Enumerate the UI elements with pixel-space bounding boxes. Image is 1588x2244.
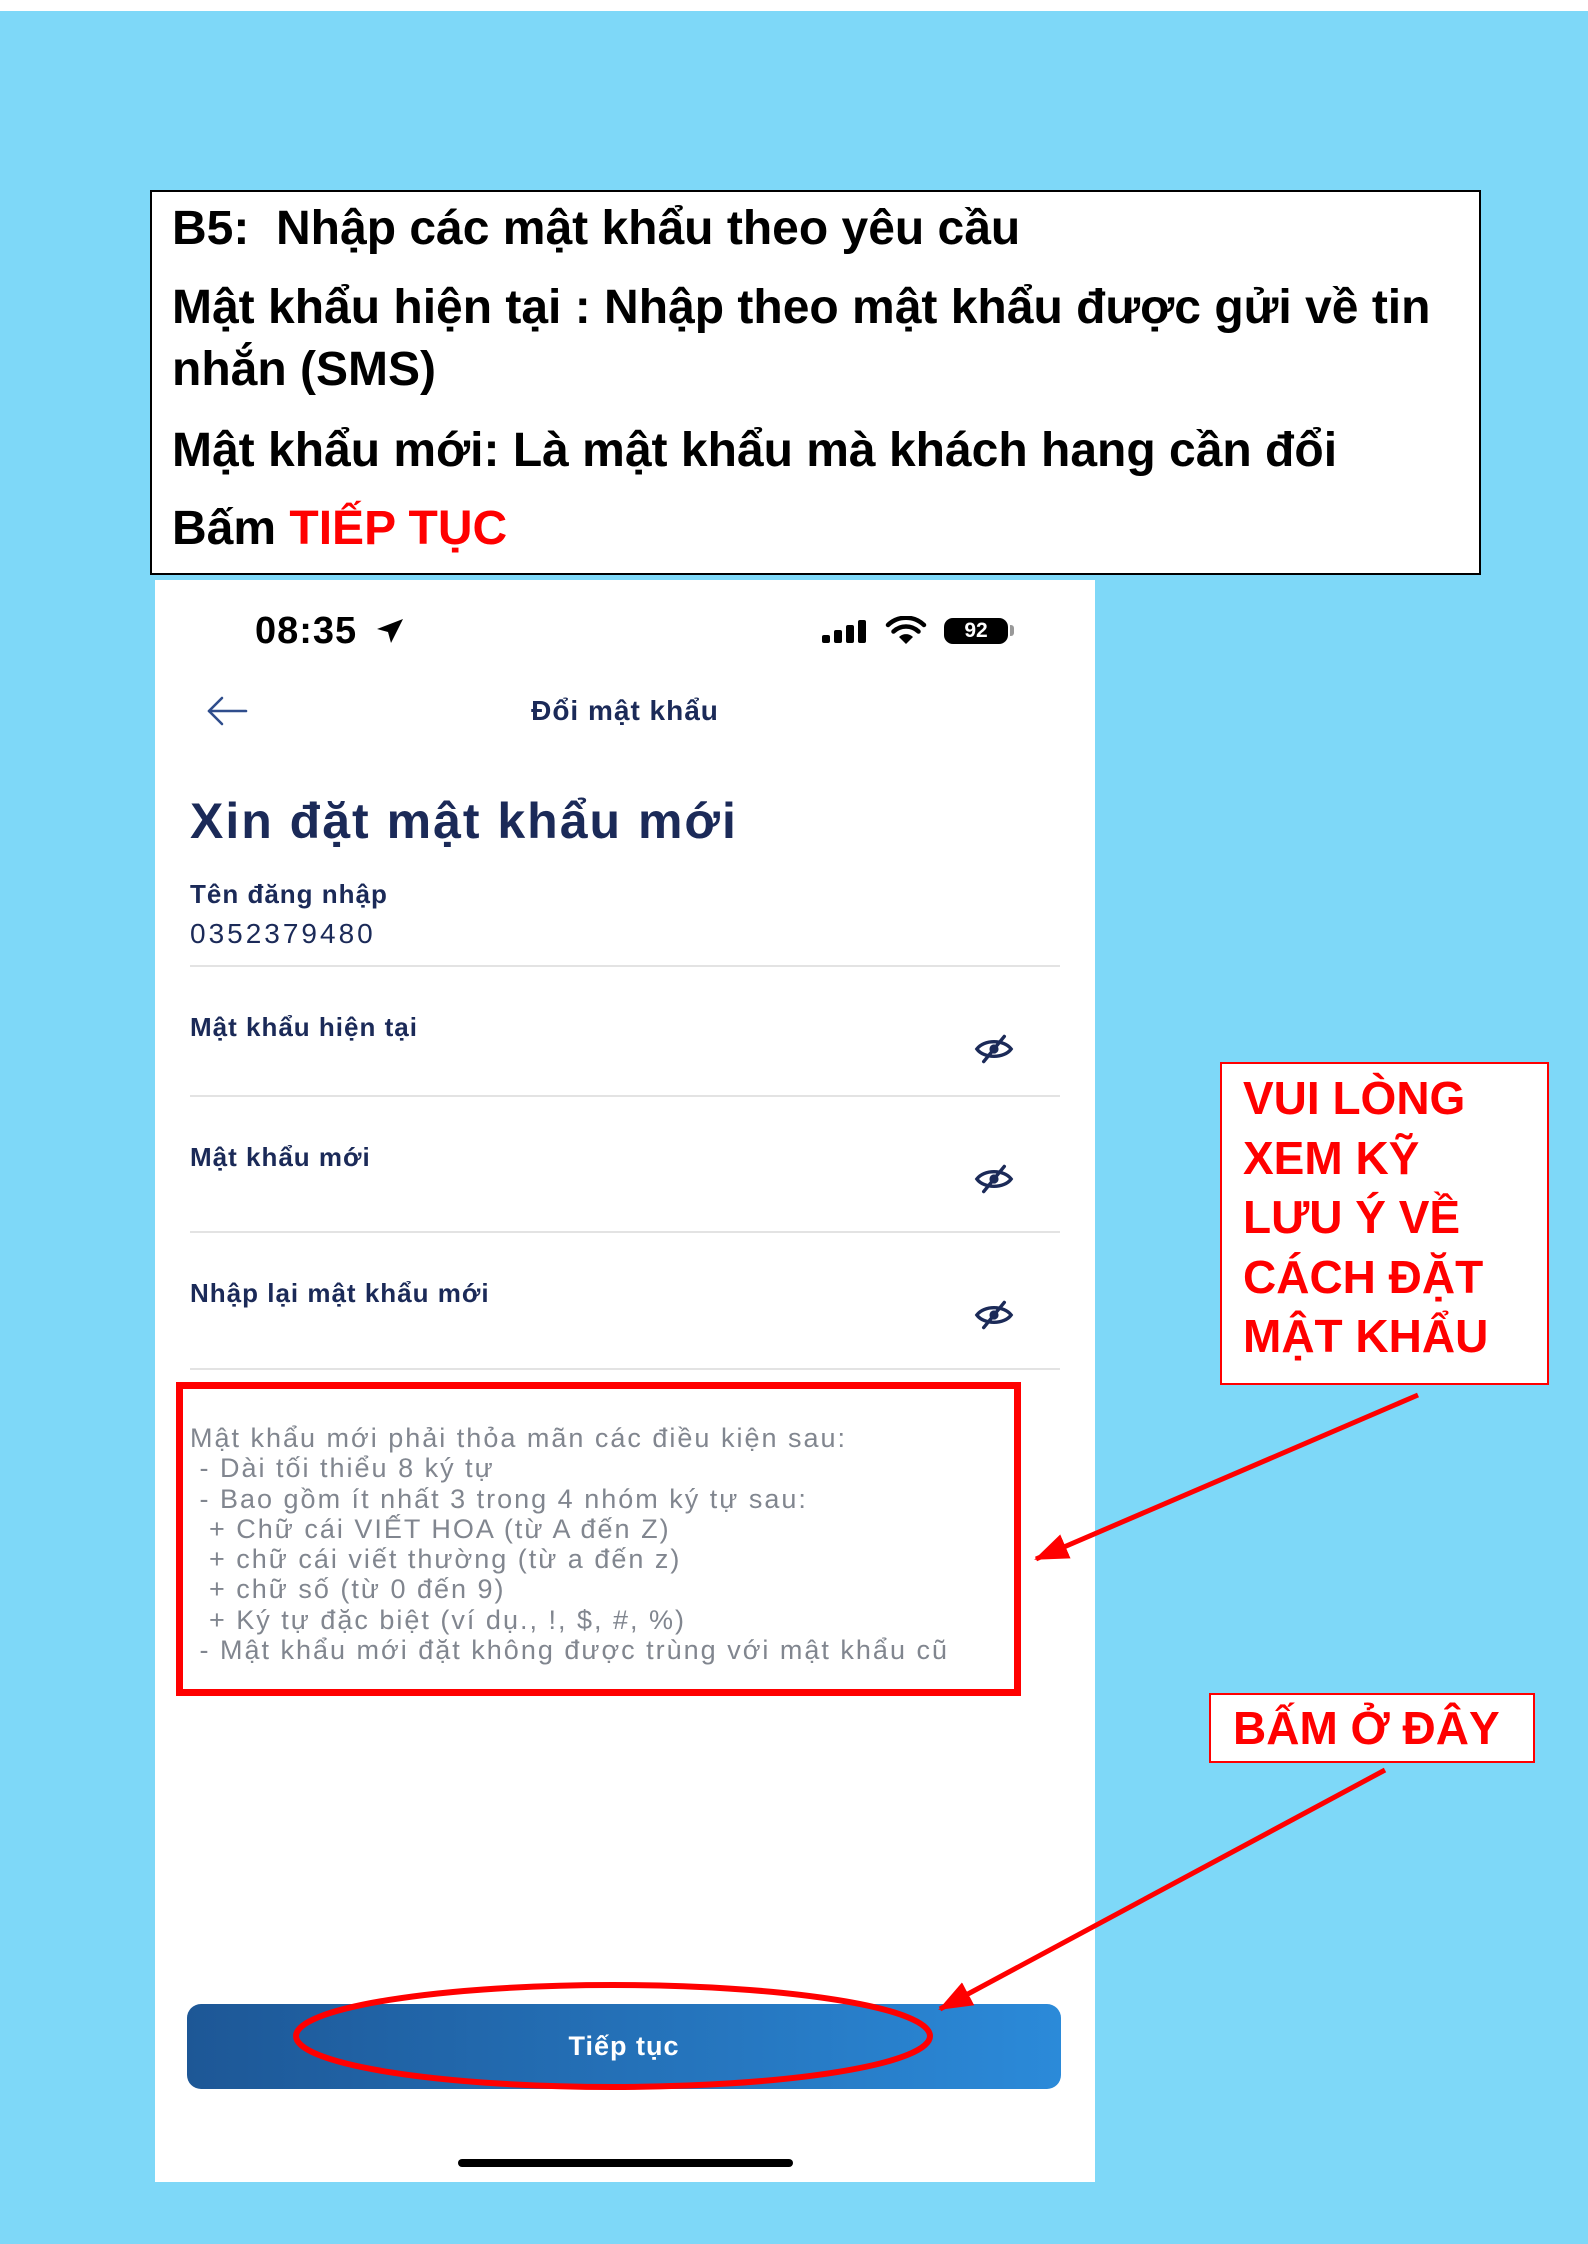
- requirement-line: - Mật khẩu mới đặt không được trùng với …: [190, 1635, 949, 1666]
- eye-slash-icon: [974, 1164, 1014, 1194]
- new-password-note: Mật khẩu mới: Là mật khẩu mà khách hang …: [172, 424, 1338, 477]
- status-time: 08:35: [255, 610, 358, 652]
- location-arrow-icon: [377, 619, 403, 643]
- top-border-strip: [0, 0, 1588, 11]
- confirm-password-visibility-toggle[interactable]: [972, 1299, 1016, 1331]
- confirm-password-label: Nhập lại mật khẩu mới: [190, 1278, 490, 1308]
- requirement-line: - Bao gồm ít nhất 3 trong 4 nhóm ký tự s…: [190, 1483, 808, 1514]
- page-title: Đổi mật khẩu: [531, 695, 719, 726]
- confirm-password-input[interactable]: [190, 1313, 954, 1355]
- home-indicator: [458, 2159, 793, 2167]
- phone-screenshot: 08:35 92 Đổi mật khẩu Xin đặt mật khẩu m…: [155, 580, 1095, 2182]
- callout-line: XEM KỸ: [1243, 1131, 1420, 1184]
- click-here-callout: BẤM Ở ĐÂY: [1209, 1693, 1535, 1763]
- eye-slash-icon: [974, 1034, 1014, 1064]
- current-password-label: Mật khẩu hiện tại: [190, 1012, 418, 1042]
- requirement-line: + chữ cái viết thường (từ a đến z): [190, 1544, 682, 1575]
- password-requirements: Mật khẩu mới phải thỏa mãn các điều kiện…: [190, 1423, 949, 1665]
- battery-icon: 92: [944, 618, 1008, 644]
- press-action-highlight: TIẾP TỤC: [289, 502, 508, 555]
- requirement-line: - Dài tối thiểu 8 ký tự: [190, 1453, 495, 1484]
- username-value: 0352379480: [190, 918, 376, 949]
- requirement-line: + Chữ cái VIẾT HOA (từ A đến Z): [190, 1513, 671, 1544]
- wifi-icon: [885, 616, 927, 644]
- cellular-signal-icon: [822, 620, 866, 643]
- instruction-panel: B5: Nhập các mật khẩu theo yêu cầu Mật k…: [150, 190, 1481, 575]
- new-password-input[interactable]: [190, 1177, 954, 1219]
- current-password-note: Mật khẩu hiện tại : Nhập theo mật khẩu đ…: [172, 281, 1431, 396]
- new-password-visibility-toggle[interactable]: [972, 1163, 1016, 1195]
- step-title: B5: Nhập các mật khẩu theo yêu cầu: [172, 202, 1021, 255]
- press-prefix: Bấm: [172, 502, 277, 555]
- new-password-label: Mật khẩu mới: [190, 1142, 371, 1172]
- status-bar: 08:35 92: [155, 580, 1095, 670]
- requirement-line: + chữ số (từ 0 đến 9): [190, 1574, 506, 1605]
- form-heading: Xin đặt mật khẩu mới: [190, 793, 738, 849]
- press-instruction: Bấm TIẾP TỤC: [172, 499, 1462, 559]
- continue-button[interactable]: Tiếp tục: [187, 2004, 1061, 2089]
- requirement-line: Mật khẩu mới phải thỏa mãn các điều kiện…: [190, 1423, 848, 1453]
- battery-nub: [1010, 625, 1014, 636]
- eye-slash-icon: [974, 1300, 1014, 1330]
- callout-line: LƯU Ý VỀ: [1243, 1191, 1461, 1243]
- review-requirements-callout: VUI LÒNG XEM KỸ LƯU Ý VỀ CÁCH ĐẶT MẬT KH…: [1220, 1062, 1549, 1385]
- battery-level: 92: [964, 619, 988, 642]
- current-password-visibility-toggle[interactable]: [972, 1033, 1016, 1065]
- callout-line: CÁCH ĐẶT: [1243, 1250, 1484, 1303]
- requirement-line: + Ký tự đặc biệt (ví dụ., !, $, #, %): [190, 1604, 686, 1635]
- username-field: Tên đăng nhập 0352379480: [190, 870, 1060, 967]
- callout-line: MẬT KHẨU: [1243, 1310, 1489, 1362]
- confirm-password-field[interactable]: Nhập lại mật khẩu mới: [190, 1233, 1060, 1370]
- callout-line: VUI LÒNG: [1243, 1072, 1466, 1124]
- current-password-input[interactable]: [190, 1047, 954, 1089]
- current-password-field[interactable]: Mật khẩu hiện tại: [190, 967, 1060, 1097]
- new-password-field[interactable]: Mật khẩu mới: [190, 1097, 1060, 1233]
- username-label: Tên đăng nhập: [190, 879, 388, 909]
